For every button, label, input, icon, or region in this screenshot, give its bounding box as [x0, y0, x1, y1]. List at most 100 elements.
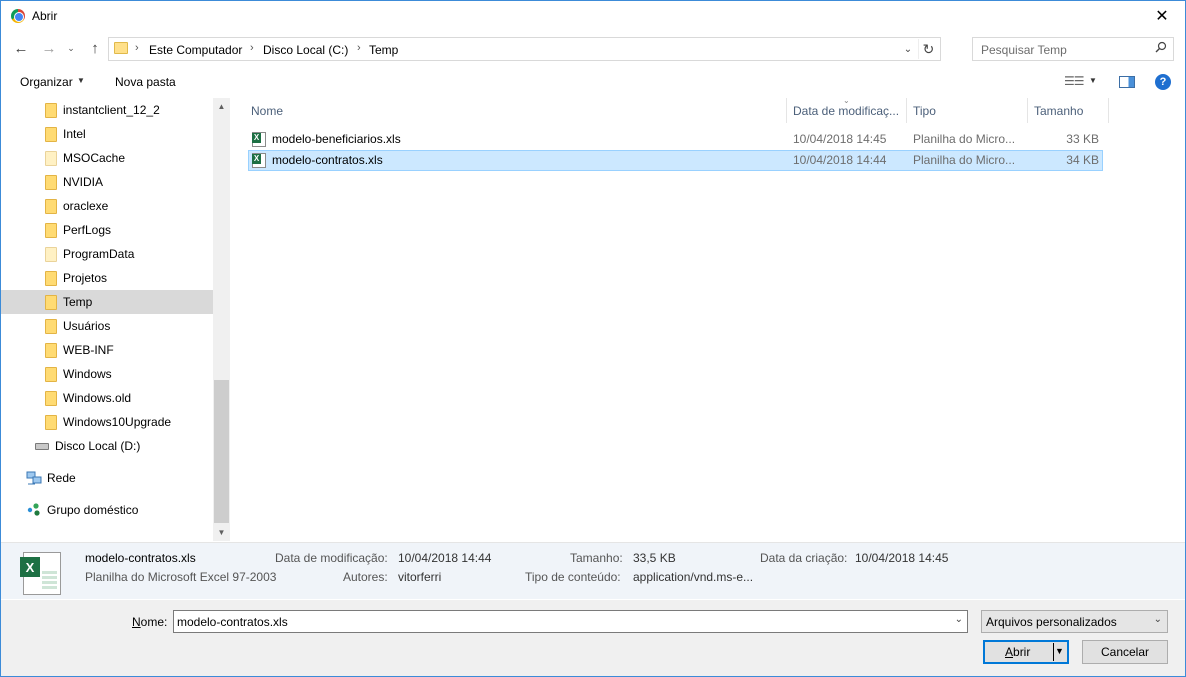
column-divider[interactable]	[1108, 98, 1109, 123]
preview-pane-icon[interactable]	[1119, 76, 1135, 88]
file-size: 34 KB	[1066, 153, 1099, 167]
breadcrumb-este-computador[interactable]: Este Computador	[149, 43, 242, 57]
breadcrumb-disco-local-c[interactable]: Disco Local (C:)	[263, 43, 348, 57]
folder-icon	[45, 247, 57, 262]
excel-file-large-icon: X	[20, 552, 61, 595]
address-history-button[interactable]: ⌄	[900, 40, 916, 58]
scroll-thumb[interactable]	[214, 380, 229, 523]
breadcrumb-separator-icon: ›	[135, 42, 139, 54]
help-button[interactable]: ?	[1155, 74, 1171, 90]
file-date: 10/04/2018 14:45	[793, 132, 887, 146]
details-pane: X modelo-contratos.xls Planilha do Micro…	[1, 542, 1185, 599]
details-authors-value[interactable]: vitorferri	[398, 570, 441, 584]
sidebar-item-projetos[interactable]: Projetos	[1, 266, 213, 290]
sidebar-item-label: Windows10Upgrade	[63, 415, 172, 429]
open-button-label: Abrir	[1005, 645, 1031, 659]
file-name-label: Nome:	[132, 615, 168, 629]
search-input[interactable]: Pesquisar Temp	[972, 37, 1174, 61]
navigation-bar: ← → ⌄ ↑ › Este Computador › Disco Local …	[1, 34, 1185, 64]
excel-badge-icon: X	[20, 557, 40, 577]
back-arrow-icon: ←	[13, 39, 29, 57]
scroll-down-icon[interactable]: ▼	[213, 524, 230, 541]
column-header-date[interactable]: Data de modificaç...	[787, 98, 905, 123]
sidebar-item-label: Usuários	[63, 319, 111, 333]
sidebar-item-web-inf[interactable]: WEB-INF	[1, 338, 213, 362]
sidebar-item-programdata[interactable]: ProgramData	[1, 242, 213, 266]
caret-down-icon[interactable]: ▼	[1055, 646, 1064, 656]
folder-icon	[45, 151, 57, 166]
sidebar-item-msocache[interactable]: MSOCache	[1, 146, 213, 170]
view-options-icon[interactable]: ☰☰	[1064, 74, 1084, 88]
sidebar-item-intel[interactable]: Intel	[1, 122, 213, 146]
folder-icon	[45, 295, 57, 310]
excel-file-icon	[252, 153, 266, 168]
sidebar-item-label: instantclient_12_2	[63, 103, 160, 117]
command-bar: Organizar ▼ Nova pasta ☰☰ ▼ ?	[1, 67, 1185, 97]
folder-icon	[45, 343, 57, 358]
refresh-button[interactable]: ↻	[918, 39, 938, 59]
details-size-value: 33,5 KB	[633, 551, 676, 565]
scroll-up-icon[interactable]: ▲	[213, 98, 230, 115]
column-header-type[interactable]: Tipo	[907, 98, 1027, 123]
sidebar-item-label: oraclexe	[63, 199, 109, 213]
cancel-button[interactable]: Cancelar	[1082, 640, 1168, 664]
address-bar[interactable]: › Este Computador › Disco Local (C:) › T…	[108, 37, 941, 61]
back-button[interactable]: ←	[11, 38, 31, 58]
sidebar-item-nvidia[interactable]: NVIDIA	[1, 170, 213, 194]
sidebar-item-perflogs[interactable]: PerfLogs	[1, 218, 213, 242]
sidebar-item-temp[interactable]: Temp	[1, 290, 213, 314]
folder-icon	[45, 367, 57, 382]
sidebar-item-label: Intel	[63, 127, 86, 141]
file-date: 10/04/2018 14:44	[793, 153, 887, 167]
title-bar: Abrir ✕	[1, 1, 1185, 31]
folder-icon	[45, 223, 57, 238]
file-row[interactable]: modelo-beneficiarios.xls 10/04/2018 14:4…	[248, 129, 1103, 150]
up-arrow-icon: ↑	[91, 39, 99, 57]
folder-icon	[45, 175, 57, 190]
file-type-filter-select[interactable]: Arquivos personalizados ⌄	[981, 610, 1168, 633]
sidebar-item-instantclient[interactable]: instantclient_12_2	[1, 98, 213, 122]
breadcrumb-separator-icon: ›	[357, 42, 361, 54]
caret-down-icon: ▼	[77, 76, 85, 85]
sidebar-item-grupo-domestico[interactable]: Grupo doméstico	[1, 498, 213, 522]
sidebar-item-windows[interactable]: Windows	[1, 362, 213, 386]
folder-icon	[45, 319, 57, 334]
details-content-type-label: Tipo de conteúdo:	[525, 570, 621, 584]
sidebar-item-label: NVIDIA	[63, 175, 104, 189]
open-button[interactable]: Abrir ▼	[983, 640, 1069, 664]
column-header-size[interactable]: Tamanho	[1028, 98, 1118, 123]
sidebar-item-usuarios[interactable]: Usuários	[1, 314, 213, 338]
details-file-name: modelo-contratos.xls	[85, 551, 196, 565]
recent-locations-button[interactable]: ⌄	[63, 38, 79, 58]
file-name-input[interactable]: modelo-contratos.xls ⌄	[173, 610, 968, 633]
folder-icon	[45, 271, 57, 286]
new-folder-button[interactable]: Nova pasta	[115, 75, 176, 89]
details-modified-value: 10/04/2018 14:44	[398, 551, 492, 565]
folder-icon	[45, 391, 57, 406]
folder-icon	[45, 415, 57, 430]
up-folder-button[interactable]: ↑	[85, 38, 105, 58]
dialog-title: Abrir	[32, 9, 58, 23]
caret-down-icon[interactable]: ▼	[1089, 76, 1097, 85]
homegroup-icon	[27, 503, 40, 516]
file-size: 33 KB	[1066, 132, 1099, 146]
help-icon: ?	[1159, 76, 1167, 88]
organize-button[interactable]: Organizar	[20, 75, 73, 89]
forward-button[interactable]: →	[39, 38, 59, 58]
sidebar-item-disco-local-d[interactable]: Disco Local (D:)	[1, 434, 213, 458]
file-row[interactable]: modelo-contratos.xls 10/04/2018 14:44 Pl…	[248, 150, 1103, 171]
folder-icon	[45, 103, 57, 118]
sidebar-item-rede[interactable]: Rede	[1, 466, 213, 490]
sidebar-item-oraclexe[interactable]: oraclexe	[1, 194, 213, 218]
navigation-pane-scrollbar[interactable]: ▲ ▼	[213, 98, 230, 541]
sidebar-item-windows-old[interactable]: Windows.old	[1, 386, 213, 410]
sidebar-item-windows10upgrade[interactable]: Windows10Upgrade	[1, 410, 213, 434]
close-button[interactable]: ✕	[1139, 1, 1185, 31]
sidebar-item-label: Windows	[63, 367, 112, 381]
cancel-button-label: Cancelar	[1100, 645, 1150, 659]
column-header-name[interactable]: Nome	[245, 98, 785, 123]
sidebar-item-label: MSOCache	[63, 151, 126, 165]
breadcrumb-temp[interactable]: Temp	[369, 43, 398, 57]
sidebar-item-label: Rede	[47, 471, 76, 485]
chevron-down-icon[interactable]: ⌄	[955, 614, 963, 625]
